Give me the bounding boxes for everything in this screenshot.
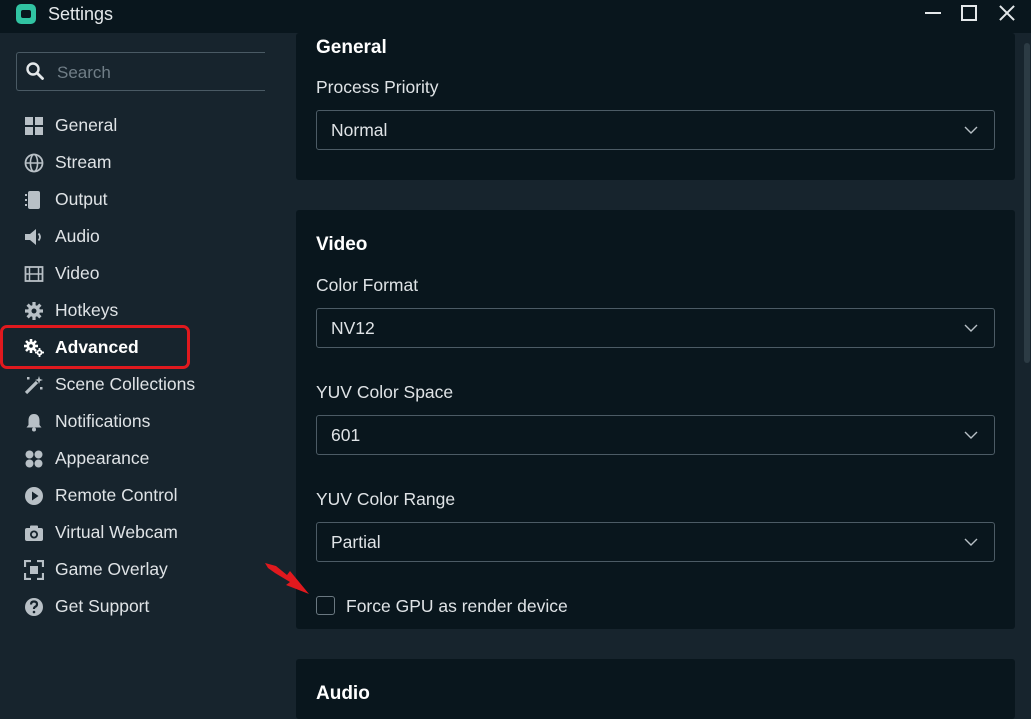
- sidebar-item-label: Video: [55, 263, 100, 283]
- select-value: 601: [331, 425, 361, 445]
- search-icon: [26, 62, 44, 80]
- process-priority-select[interactable]: Normal: [316, 110, 995, 150]
- sidebar-item-stream[interactable]: Stream: [0, 146, 275, 180]
- sidebar-item-label: Appearance: [55, 448, 150, 468]
- close-button[interactable]: [994, 2, 1020, 26]
- color-format-select[interactable]: NV12: [316, 308, 995, 348]
- chevron-down-icon: [964, 431, 978, 439]
- section-title: Video: [316, 234, 368, 255]
- sidebar-item-label: Notifications: [55, 411, 151, 431]
- magic-wand-icon: [24, 376, 43, 395]
- select-value: Normal: [331, 120, 388, 140]
- sidebar-item-label: Get Support: [55, 596, 150, 616]
- sidebar-item-get-support[interactable]: Get Support: [0, 590, 275, 624]
- sidebar-item-notifications[interactable]: Notifications: [0, 405, 275, 439]
- search-box: [16, 52, 265, 92]
- maximize-button[interactable]: [956, 2, 982, 26]
- general-section: General Process Priority Normal: [296, 33, 1015, 180]
- play-circle-icon: [25, 487, 43, 505]
- annotation-highlight-box: [0, 325, 190, 369]
- yuv-color-space-select[interactable]: 601: [316, 415, 995, 455]
- search-input[interactable]: [55, 53, 259, 92]
- sidebar-item-label: Audio: [55, 226, 100, 246]
- sidebar-item-label: Hotkeys: [55, 300, 119, 320]
- sidebar-item-hotkeys[interactable]: Hotkeys: [0, 294, 275, 328]
- select-value: NV12: [331, 318, 375, 338]
- color-format-label: Color Format: [316, 275, 419, 295]
- sidebar-item-label: Output: [55, 189, 108, 209]
- palette-icon: [25, 450, 43, 468]
- sidebar-item-virtual-webcam[interactable]: Virtual Webcam: [0, 516, 275, 550]
- sidebar-item-video[interactable]: Video: [0, 257, 275, 291]
- sidebar-item-remote-control[interactable]: Remote Control: [0, 479, 275, 513]
- section-title: Audio: [316, 683, 370, 704]
- window-title: Settings: [48, 4, 114, 24]
- speaker-icon: [25, 229, 41, 245]
- grid-icon: [25, 117, 43, 135]
- sidebar-item-label: Virtual Webcam: [55, 522, 178, 542]
- globe-icon: [24, 153, 44, 173]
- yuv-color-range-label: YUV Color Range: [316, 489, 456, 509]
- app-logo-icon: [16, 4, 36, 24]
- chevron-down-icon: [964, 538, 978, 546]
- sidebar-item-label: Scene Collections: [55, 374, 196, 394]
- expand-icon: [24, 560, 44, 580]
- output-icon: [25, 191, 40, 209]
- sidebar-item-scene-collections[interactable]: Scene Collections: [0, 368, 275, 402]
- settings-content: General Process Priority Normal Video Co…: [275, 33, 1031, 719]
- audio-section: Audio: [296, 659, 1015, 719]
- sidebar-item-output[interactable]: Output: [0, 183, 275, 217]
- section-title: General: [316, 37, 387, 58]
- title-bar: Settings: [0, 0, 1031, 33]
- sidebar-item-label: Stream: [55, 152, 112, 172]
- chevron-down-icon: [964, 126, 978, 134]
- bell-icon: [26, 414, 42, 432]
- sidebar-item-label: Remote Control: [55, 485, 178, 505]
- sidebar-item-audio[interactable]: Audio: [0, 220, 275, 254]
- gear-icon: [25, 302, 43, 320]
- process-priority-label: Process Priority: [316, 77, 439, 97]
- question-icon: [25, 598, 43, 616]
- scrollbar-thumb[interactable]: [1024, 43, 1030, 363]
- annotation-arrow-icon: [265, 563, 309, 594]
- minimize-button[interactable]: [920, 2, 946, 26]
- sidebar-item-label: Game Overlay: [55, 559, 168, 579]
- sidebar-item-general[interactable]: General: [0, 109, 275, 143]
- force-gpu-label[interactable]: Force GPU as render device: [346, 596, 568, 617]
- sidebar-item-appearance[interactable]: Appearance: [0, 442, 275, 476]
- yuv-color-range-select[interactable]: Partial: [316, 522, 995, 562]
- settings-sidebar: General Stream Output Audio Video: [0, 33, 275, 711]
- select-value: Partial: [331, 532, 381, 552]
- yuv-color-space-label: YUV Color Space: [316, 382, 454, 402]
- video-section: Video Color Format NV12 YUV Color Space …: [296, 210, 1015, 629]
- film-icon: [24, 266, 44, 282]
- chevron-down-icon: [964, 324, 978, 332]
- camera-icon: [25, 525, 43, 541]
- sidebar-item-label: General: [55, 115, 118, 135]
- sidebar-item-game-overlay[interactable]: Game Overlay: [0, 553, 275, 587]
- force-gpu-checkbox[interactable]: [316, 596, 335, 615]
